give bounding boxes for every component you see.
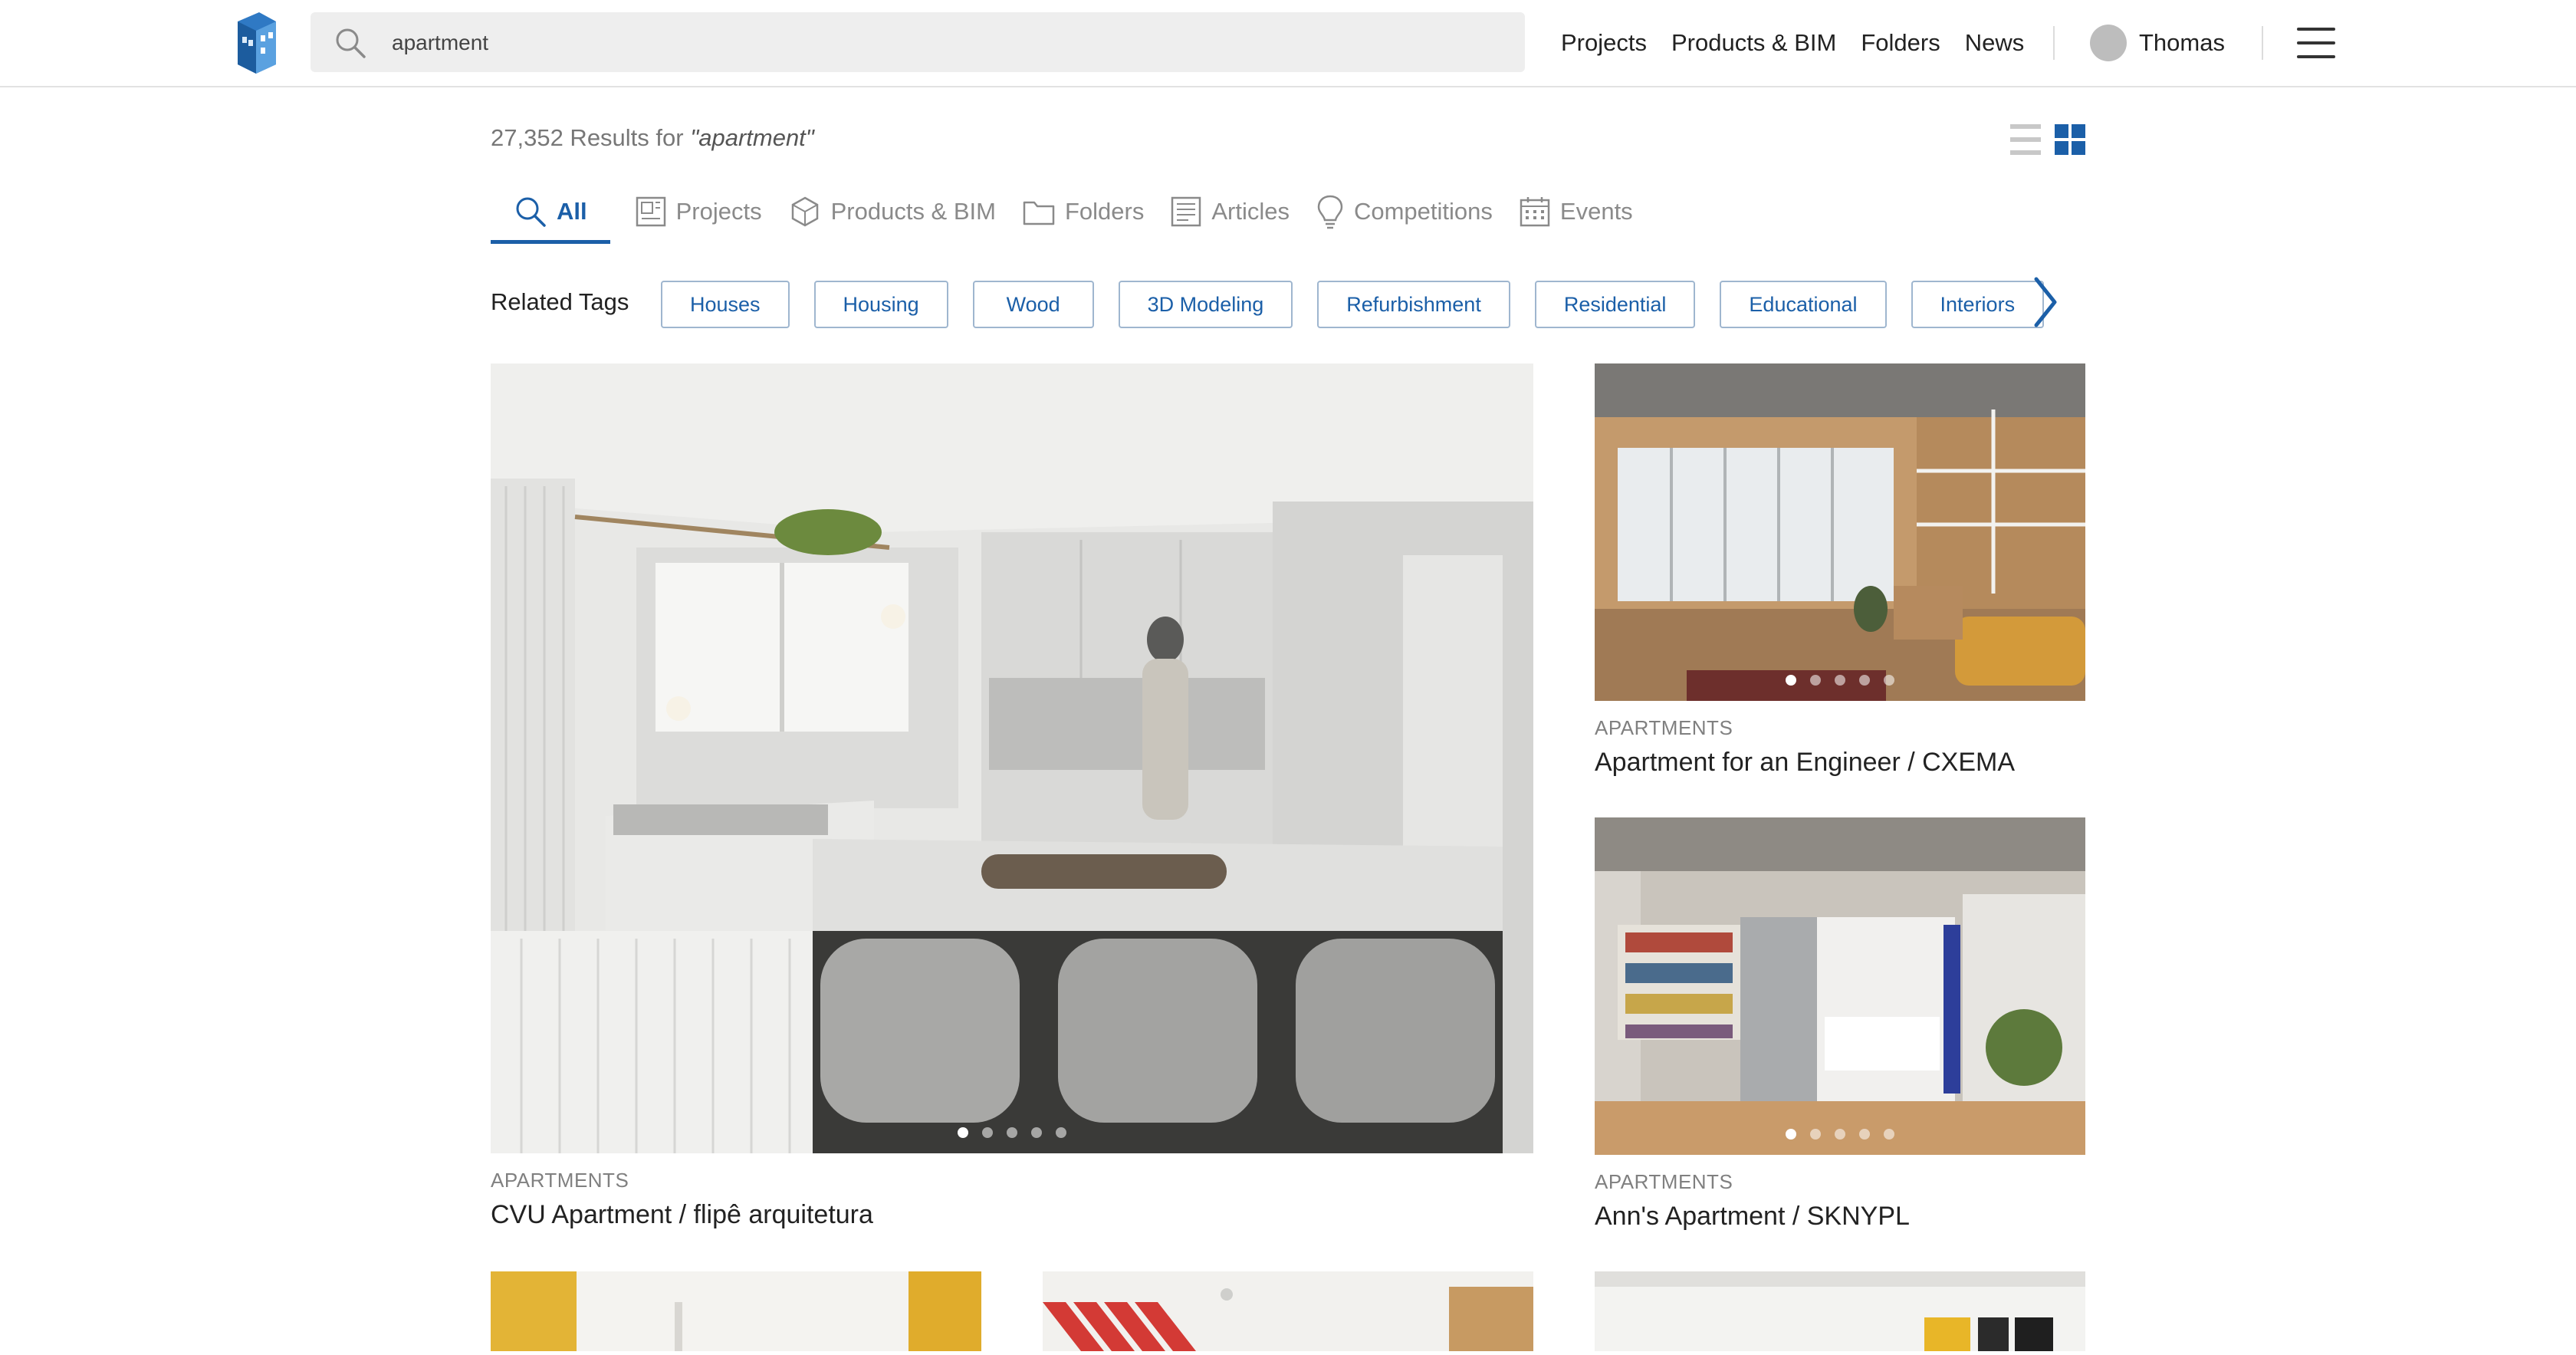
user-name[interactable]: Thomas bbox=[2139, 29, 2225, 57]
results-query: "apartment" bbox=[690, 124, 814, 151]
card-title[interactable]: Apartment for an Engineer / CXEMA bbox=[1595, 748, 2085, 778]
tab-label: Competitions bbox=[1353, 198, 1493, 225]
tab-label: All bbox=[557, 198, 587, 225]
tab-all[interactable]: All bbox=[491, 181, 610, 244]
card-image[interactable] bbox=[1043, 1271, 1533, 1351]
related-tags-label: Related Tags bbox=[491, 288, 629, 315]
tab-label: Products & BIM bbox=[830, 198, 996, 225]
results-count: 27,352 Results for "apartment" bbox=[491, 124, 814, 152]
nav-news[interactable]: News bbox=[1965, 29, 2025, 57]
nav-folders[interactable]: Folders bbox=[1861, 29, 1940, 57]
card-category: APARTMENTS bbox=[491, 1169, 629, 1192]
calendar-icon bbox=[1520, 197, 1550, 227]
tab-projects[interactable]: Projects bbox=[633, 181, 764, 242]
tab-products-bim[interactable]: Products & BIM bbox=[787, 181, 997, 242]
card-image[interactable] bbox=[491, 1271, 981, 1351]
result-card[interactable] bbox=[491, 1271, 981, 1351]
user-menu[interactable]: Thomas bbox=[2090, 23, 2225, 63]
avatar[interactable] bbox=[2090, 25, 2127, 61]
main-nav: Projects Products & BIM Folders News bbox=[1561, 0, 2049, 86]
card-title[interactable]: CVU Apartment / flipê arquitetura bbox=[491, 1200, 1533, 1230]
result-card[interactable]: APARTMENTS Apartment for an Engineer / C… bbox=[1595, 363, 2085, 778]
tag-educational[interactable]: Educational bbox=[1720, 281, 1887, 328]
tag-houses[interactable]: Houses bbox=[661, 281, 790, 328]
user-divider bbox=[2262, 26, 2263, 60]
tab-competitions[interactable]: Competitions bbox=[1314, 181, 1494, 242]
folder-icon bbox=[1023, 201, 1055, 225]
related-tags: Houses Housing Wood 3D Modeling Refurbis… bbox=[661, 281, 2068, 328]
image-carousel-dots[interactable] bbox=[1595, 1129, 2085, 1140]
tab-label: Projects bbox=[675, 198, 762, 225]
card-category: APARTMENTS bbox=[1595, 1170, 1733, 1193]
products-icon bbox=[791, 196, 818, 227]
image-carousel-dots[interactable] bbox=[491, 1127, 1533, 1138]
search-bar[interactable] bbox=[310, 12, 1525, 74]
tag-residential[interactable]: Residential bbox=[1534, 281, 1696, 328]
tag-refurbishment[interactable]: Refurbishment bbox=[1317, 281, 1510, 328]
result-card[interactable] bbox=[1043, 1271, 1533, 1351]
tag-interiors[interactable]: Interiors bbox=[1911, 281, 2045, 328]
search-input[interactable] bbox=[390, 12, 1497, 74]
card-image[interactable] bbox=[1595, 817, 2085, 1155]
card-image[interactable] bbox=[1595, 363, 2085, 701]
chevron-right-icon[interactable] bbox=[2032, 273, 2059, 331]
hamburger-menu-icon[interactable] bbox=[2297, 28, 2335, 58]
tag-housing[interactable]: Housing bbox=[813, 281, 948, 328]
kitchen-photo bbox=[491, 363, 1533, 1153]
result-card[interactable]: APARTMENTS CVU Apartment / flipê arquite… bbox=[491, 363, 1533, 1230]
search-icon bbox=[516, 197, 546, 227]
tag-wood[interactable]: Wood bbox=[972, 281, 1094, 328]
tab-articles[interactable]: Articles bbox=[1168, 181, 1291, 242]
tab-label: Events bbox=[1559, 198, 1633, 225]
tab-label: Folders bbox=[1064, 198, 1145, 225]
search-icon bbox=[336, 28, 366, 58]
card-category: APARTMENTS bbox=[1595, 716, 1733, 739]
tag-3d-modeling[interactable]: 3D Modeling bbox=[1118, 281, 1293, 328]
card-image[interactable] bbox=[1595, 1271, 2085, 1351]
list-view-icon[interactable] bbox=[2010, 124, 2041, 155]
anns-apartment-photo bbox=[1595, 817, 2085, 1155]
result-card[interactable] bbox=[1595, 1271, 2085, 1351]
result-card[interactable]: APARTMENTS Ann's Apartment / SKNYPL bbox=[1595, 817, 2085, 1232]
tab-events[interactable]: Events bbox=[1517, 181, 1635, 242]
projects-icon bbox=[636, 196, 665, 227]
tab-label: Articles bbox=[1211, 198, 1290, 225]
tab-folders[interactable]: Folders bbox=[1020, 181, 1145, 242]
archdaily-logo[interactable] bbox=[233, 11, 281, 75]
nav-projects[interactable]: Projects bbox=[1561, 29, 1647, 57]
grid-view-icon[interactable] bbox=[2055, 124, 2085, 155]
result-tabs: All Projects Products & BIM Folders Arti… bbox=[491, 181, 1658, 245]
view-toggle bbox=[2010, 124, 2085, 155]
results-count-text: 27,352 Results for bbox=[491, 124, 684, 151]
card-title[interactable]: Ann's Apartment / SKNYPL bbox=[1595, 1202, 2085, 1232]
nav-divider bbox=[2053, 26, 2055, 60]
top-header: Projects Products & BIM Folders News Tho… bbox=[0, 0, 2576, 87]
image-carousel-dots[interactable] bbox=[1595, 675, 2085, 686]
nav-products-bim[interactable]: Products & BIM bbox=[1671, 29, 1836, 57]
articles-icon bbox=[1171, 196, 1201, 227]
lightbulb-icon bbox=[1317, 195, 1343, 229]
engineer-apartment-photo bbox=[1595, 363, 2085, 701]
card-image[interactable] bbox=[491, 363, 1533, 1153]
